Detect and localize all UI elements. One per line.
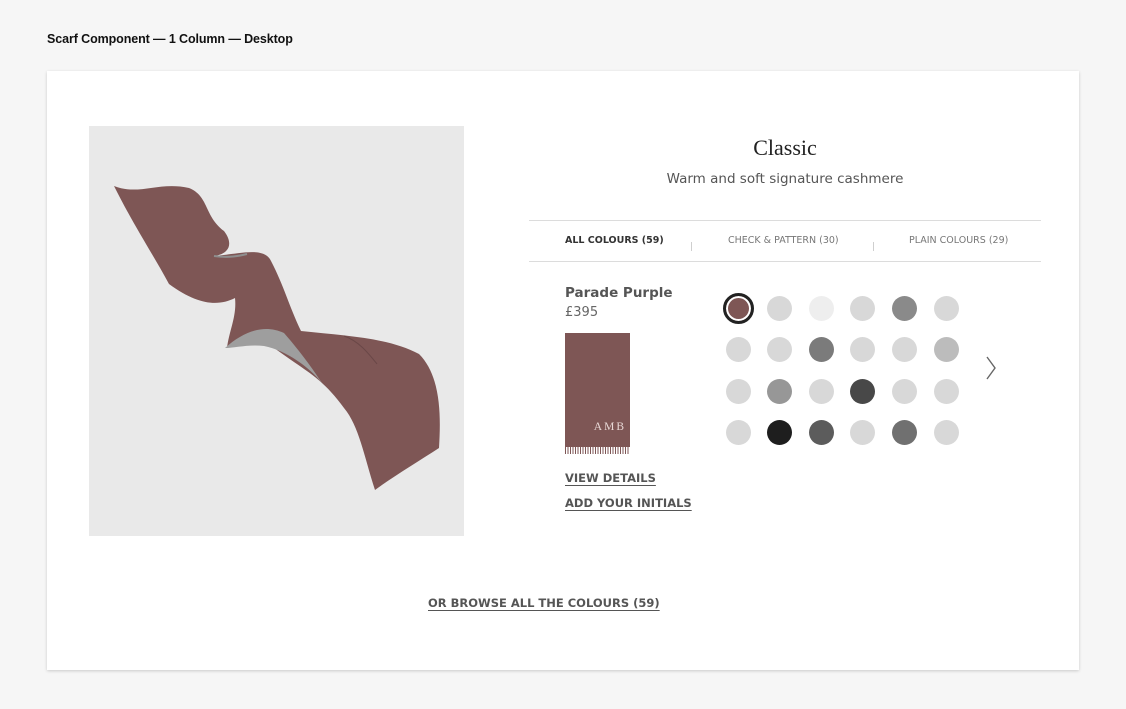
colour-swatch[interactable] [725,378,751,404]
colour-swatch[interactable] [767,337,793,362]
product-title: Classic [753,135,817,160]
colour-swatch[interactable] [891,295,917,321]
colour-swatch[interactable] [725,420,751,445]
colour-swatch[interactable] [891,337,917,362]
tab-divider [873,242,874,251]
colour-swatch[interactable] [808,295,834,321]
product-subtitle: Warm and soft signature cashmere [666,171,904,187]
colour-swatch[interactable] [767,420,793,445]
selected-colour-name: Parade Purple [565,285,673,301]
colour-swatch[interactable] [725,337,751,362]
colour-swatch[interactable] [850,378,876,404]
colour-swatch[interactable] [850,420,876,445]
colour-swatch[interactable] [933,378,959,404]
colour-swatch[interactable] [933,295,959,321]
colour-swatch[interactable] [850,295,876,321]
chevron-right-icon[interactable] [983,355,999,381]
colour-swatch[interactable] [808,337,834,362]
view-details-link[interactable]: VIEW DETAILS [565,471,656,485]
scarf-component-card: Classic Warm and soft signature cashmere… [47,71,1079,670]
scarf-initials: AMB [593,421,626,433]
scarf-illustration-icon [114,186,440,490]
selected-colour-price: £395 [565,305,599,320]
colour-swatch[interactable] [850,337,876,362]
add-initials-link[interactable]: ADD YOUR INITIALS [565,496,692,510]
colour-swatch[interactable] [933,420,959,445]
tab-plain-colours[interactable]: PLAIN COLOURS (29) [909,235,1008,246]
colour-swatch[interactable] [933,337,959,362]
product-image [89,126,464,536]
scarf-fringe [565,447,630,454]
colour-swatch[interactable] [808,378,834,404]
colour-swatch[interactable] [808,420,834,445]
colour-swatch-selected[interactable] [722,292,754,324]
colour-swatch[interactable] [767,295,793,321]
browse-all-colours-link[interactable]: OR BROWSE ALL THE COLOURS (59) [428,596,660,610]
colour-swatch[interactable] [891,420,917,445]
tab-check-pattern[interactable]: CHECK & PATTERN (30) [728,235,839,246]
tab-divider [691,242,692,251]
colour-filter-tabs: ALL COLOURS (59) CHECK & PATTERN (30) PL… [529,220,1041,262]
scarf-preview-thumbnail: AMB [565,333,630,454]
colour-swatch[interactable] [767,378,793,404]
page-caption: Scarf Component — 1 Column — Desktop [47,32,293,46]
colour-swatch[interactable] [891,378,917,404]
scarf-preview-body: AMB [565,333,630,447]
tab-all-colours[interactable]: ALL COLOURS (59) [565,235,664,246]
